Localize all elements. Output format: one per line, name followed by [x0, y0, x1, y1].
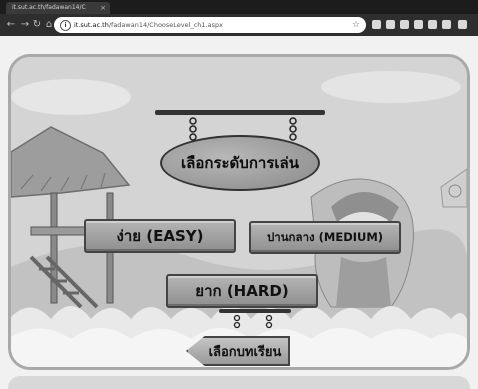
extension-icon[interactable] [386, 20, 395, 29]
extension-icon[interactable] [372, 20, 381, 29]
url-host: it.sut.ac.th [74, 21, 109, 29]
page-content: เลือกระดับการเล่น ง่าย (EASY) ปานกลาง (M… [0, 36, 478, 389]
extension-icon[interactable] [400, 20, 409, 29]
back-arrow-icon[interactable]: ← [4, 18, 18, 32]
browser-tab-bar: it.sut.ac.th/fadawan14/C × [0, 0, 478, 14]
info-icon[interactable]: i [60, 20, 71, 31]
level-select-title: เลือกระดับการเล่น [160, 135, 320, 191]
tab-close-icon[interactable]: × [100, 2, 106, 14]
hard-level-button[interactable]: ยาก (HARD) [166, 274, 318, 308]
back-to-lessons-button[interactable]: เลือกบทเรียน [186, 336, 290, 366]
browser-tab[interactable]: it.sut.ac.th/fadawan14/C × [6, 2, 110, 14]
address-bar[interactable]: i it.sut.ac.th/fadawan14/ChooseLevel_ch1… [54, 17, 366, 33]
menu-icon[interactable] [458, 20, 467, 29]
page-bottom-panel [8, 376, 470, 389]
extension-icon[interactable] [442, 20, 451, 29]
tab-title: it.sut.ac.th/fadawan14/C [12, 4, 86, 11]
extension-icon[interactable] [428, 20, 437, 29]
bookmark-star-icon[interactable]: ☆ [352, 17, 360, 33]
easy-level-button[interactable]: ง่าย (EASY) [84, 219, 236, 253]
browser-toolbar: ← → ↻ ⌂ i it.sut.ac.th/fadawan14/ChooseL… [0, 14, 478, 36]
game-frame [8, 54, 470, 370]
medium-level-button[interactable]: ปานกลาง (MEDIUM) [249, 221, 401, 254]
url-text: it.sut.ac.th/fadawan14/ChooseLevel_ch1.a… [74, 17, 223, 33]
url-path: /fadawan14/ChooseLevel_ch1.aspx [108, 21, 223, 29]
game-background [11, 57, 467, 367]
extension-icon[interactable] [414, 20, 423, 29]
